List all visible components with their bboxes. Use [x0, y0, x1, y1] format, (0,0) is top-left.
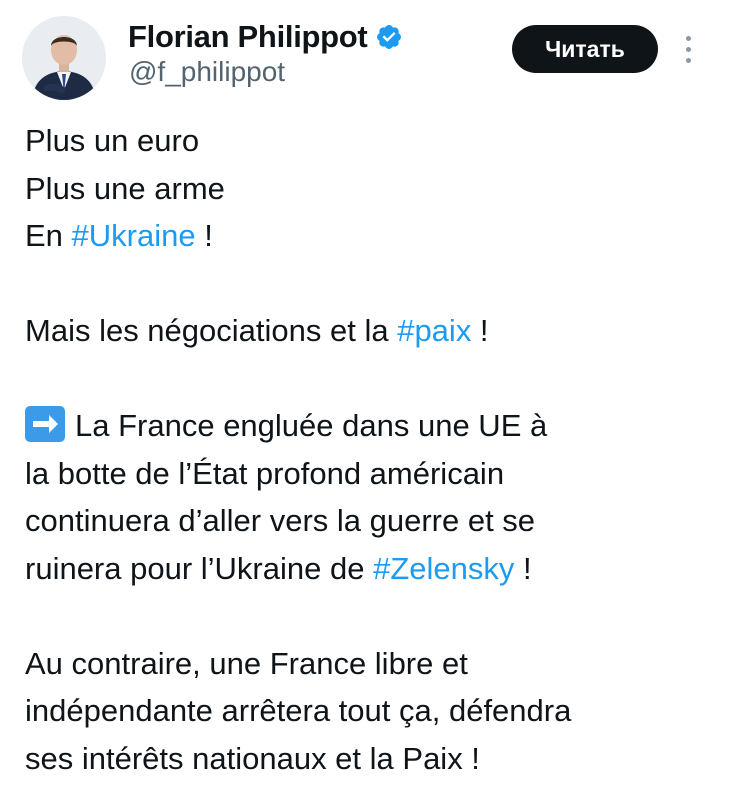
tweet-text-segment: Mais les négociations et la [25, 313, 398, 348]
tweet-text-segment: La France engluée dans une UE à [75, 408, 548, 443]
tweet-text-segment: En [25, 218, 72, 253]
tweet-text-segment: ruinera pour l’Ukraine de [25, 550, 374, 586]
tweet-line: indépendante arrêtera tout ça, défendra [25, 693, 572, 728]
hashtag-link-ukraine[interactable]: #Ukraine [72, 218, 196, 253]
more-options-button[interactable] [676, 30, 700, 68]
hashtag-link-paix[interactable]: #paix [397, 313, 471, 348]
tweet-line: En #Ukraine ! [25, 212, 715, 260]
tweet-line: la botte de l’État profond américain [25, 455, 505, 491]
vertical-ellipsis-icon [685, 35, 691, 41]
vertical-ellipsis-icon [685, 57, 691, 63]
tweet-text-segment: ! [471, 313, 489, 348]
tweet-line: ses intérêts nationaux et la Paix ! [25, 740, 480, 776]
verified-badge-icon [375, 23, 403, 51]
tweet-text: Plus un euro Plus une arme En #Ukraine !… [25, 117, 715, 782]
hashtag-link-zelensky[interactable]: #Zelensky [373, 551, 514, 586]
tweet-text-segment: ! [195, 218, 213, 253]
right-arrow-emoji-icon [25, 406, 65, 442]
tweet-card: Florian Philippot @f_philippot Читать Pl… [0, 0, 730, 800]
tweet-line: Mais les négociations et la #paix ! [25, 307, 715, 355]
author-name-row: Florian Philippot [128, 19, 403, 54]
vertical-ellipsis-icon [685, 46, 691, 52]
tweet-line: ruinera pour l’Ukraine de #Zelensky ! [25, 545, 715, 593]
avatar[interactable] [22, 16, 106, 100]
tweet-line: La France engluée dans une UE à [25, 402, 715, 450]
tweet-line: Plus une arme [25, 170, 225, 206]
tweet-line: Au contraire, une France libre et [25, 645, 468, 681]
tweet-line: continuera d’aller vers la guerre et se [25, 503, 536, 538]
profile-photo-icon [22, 16, 106, 100]
tweet-line: Plus un euro [25, 123, 200, 158]
author-display-name[interactable]: Florian Philippot [128, 19, 368, 54]
tweet-text-segment: ! [514, 550, 532, 586]
author-handle[interactable]: @f_philippot [129, 56, 285, 88]
follow-button[interactable]: Читать [512, 25, 658, 73]
